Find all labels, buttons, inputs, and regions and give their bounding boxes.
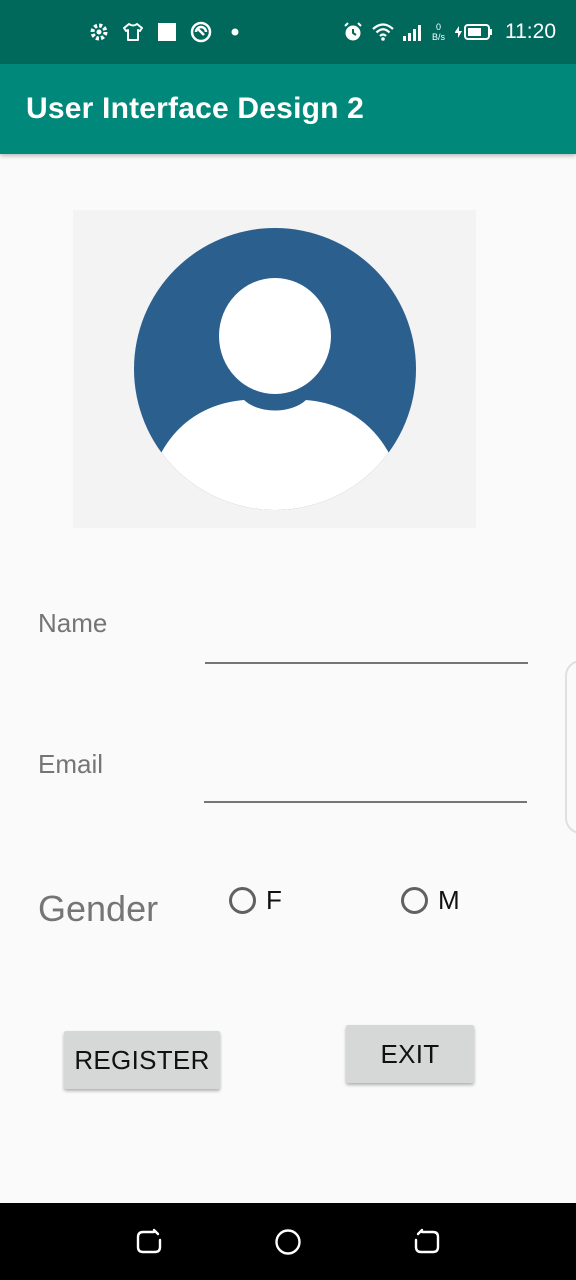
signal-icon	[402, 21, 424, 43]
battery-icon	[453, 21, 493, 43]
name-field[interactable]	[205, 622, 528, 664]
back-icon[interactable]	[134, 1227, 164, 1257]
gender-label: Gender	[38, 888, 159, 929]
gender-radio-f[interactable]: F	[229, 885, 282, 916]
register-button[interactable]: REGISTER	[64, 1031, 220, 1089]
square-icon	[156, 21, 178, 43]
radio-label-m: M	[438, 885, 460, 915]
app-bar: User Interface Design 2	[0, 64, 576, 154]
edge-panel-handle[interactable]	[565, 660, 576, 834]
vpn-icon	[190, 21, 212, 43]
clock: 11:20	[505, 20, 556, 43]
exit-button[interactable]: EXIT	[346, 1025, 474, 1083]
email-label: Email	[38, 749, 104, 779]
system-icons: 0 B/s 11:20	[342, 18, 556, 46]
net-speed-unit: B/s	[431, 32, 445, 42]
email-field[interactable]	[204, 761, 527, 803]
home-icon[interactable]	[273, 1227, 303, 1257]
gender-radio-m[interactable]: M	[401, 885, 460, 916]
wifi-icon	[372, 21, 394, 43]
alarm-icon	[342, 21, 364, 43]
shirt-icon	[122, 21, 144, 43]
navigation-bar	[0, 1203, 576, 1280]
radio-button-icon[interactable]	[229, 887, 256, 914]
radio-label-f: F	[266, 885, 282, 915]
name-label: Name	[38, 608, 108, 638]
profile-image	[73, 210, 476, 528]
status-bar: 0 B/s 11:20	[0, 0, 576, 64]
gear-icon	[88, 21, 110, 43]
user-avatar-icon	[134, 228, 416, 510]
dot-icon	[224, 21, 246, 43]
notification-icons	[88, 18, 246, 46]
recents-icon[interactable]	[412, 1227, 442, 1257]
net-speed-indicator: 0 B/s	[432, 22, 445, 42]
app-title: User Interface Design 2	[26, 92, 365, 125]
net-speed-value: 0	[435, 22, 441, 32]
radio-button-icon[interactable]	[401, 887, 428, 914]
